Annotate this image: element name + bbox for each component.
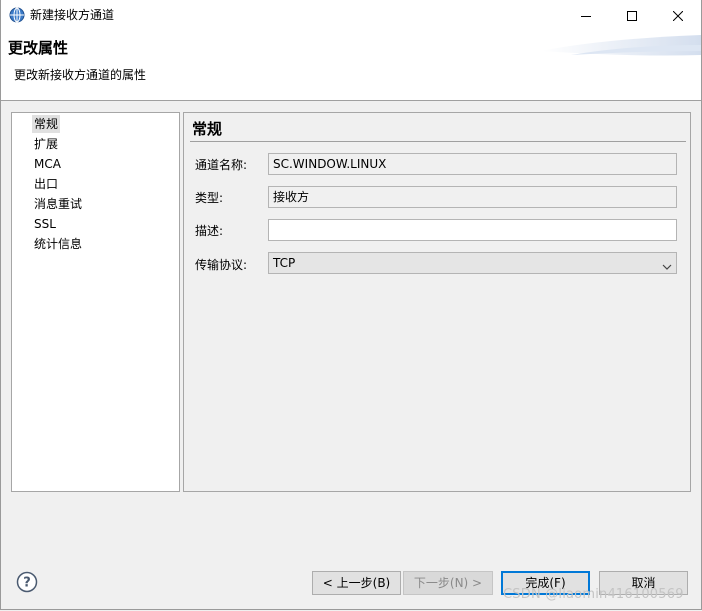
tree-item-message-retry[interactable]: 消息重试 — [32, 195, 84, 213]
close-icon — [673, 10, 683, 21]
banner-decoration — [541, 35, 701, 56]
next-button[interactable]: 下一步(N) > — [403, 571, 493, 595]
tree-item-general[interactable]: 常规 — [32, 115, 61, 133]
back-button[interactable]: < 上一步(B) — [312, 571, 401, 595]
description-field[interactable] — [268, 219, 677, 241]
section-divider — [190, 141, 686, 142]
tree-item-extended[interactable]: 扩展 — [32, 135, 60, 153]
help-icon[interactable]: ? — [16, 571, 38, 593]
wizard-window: 新建接收方通道 更改属性 更改新接收方通道的属性 常规 扩展 MCA 出口 消息… — [0, 0, 702, 610]
maximize-button[interactable] — [609, 0, 655, 31]
channel-name-field[interactable]: SC.WINDOW.LINUX — [268, 153, 677, 175]
tree-item-mca[interactable]: MCA — [32, 155, 63, 173]
title-bar[interactable]: 新建接收方通道 — [1, 0, 701, 31]
tree-item-ssl[interactable]: SSL — [32, 215, 58, 233]
transport-protocol-select[interactable]: TCP — [268, 252, 677, 274]
general-panel: 常规 通道名称: SC.WINDOW.LINUX 类型: 接收方 描述: 传输协… — [183, 112, 691, 492]
minimize-button[interactable] — [563, 0, 609, 31]
minimize-icon — [581, 11, 591, 21]
globe-icon — [9, 7, 25, 23]
description-label: 描述: — [195, 224, 224, 238]
page-title: 更改属性 — [8, 39, 69, 57]
maximize-icon — [627, 10, 637, 21]
window-title: 新建接收方通道 — [30, 8, 115, 22]
channel-name-label: 通道名称: — [195, 158, 248, 172]
wizard-header: 更改属性 更改新接收方通道的属性 — [1, 31, 701, 101]
chevron-down-icon — [662, 258, 672, 270]
section-title: 常规 — [192, 120, 223, 138]
svg-text:?: ? — [23, 576, 31, 591]
type-field[interactable]: 接收方 — [268, 186, 677, 208]
tree-item-exits[interactable]: 出口 — [32, 175, 60, 193]
property-tree: 常规 扩展 MCA 出口 消息重试 SSL 统计信息 — [11, 112, 180, 492]
tree-item-statistics[interactable]: 统计信息 — [32, 235, 84, 253]
transport-protocol-value: TCP — [273, 256, 296, 270]
page-description: 更改新接收方通道的属性 — [14, 68, 147, 82]
type-label: 类型: — [195, 191, 224, 205]
close-button[interactable] — [655, 0, 701, 31]
transport-protocol-label: 传输协议: — [195, 258, 248, 272]
watermark-text: CSDN @liaomin416100569 — [503, 587, 684, 602]
